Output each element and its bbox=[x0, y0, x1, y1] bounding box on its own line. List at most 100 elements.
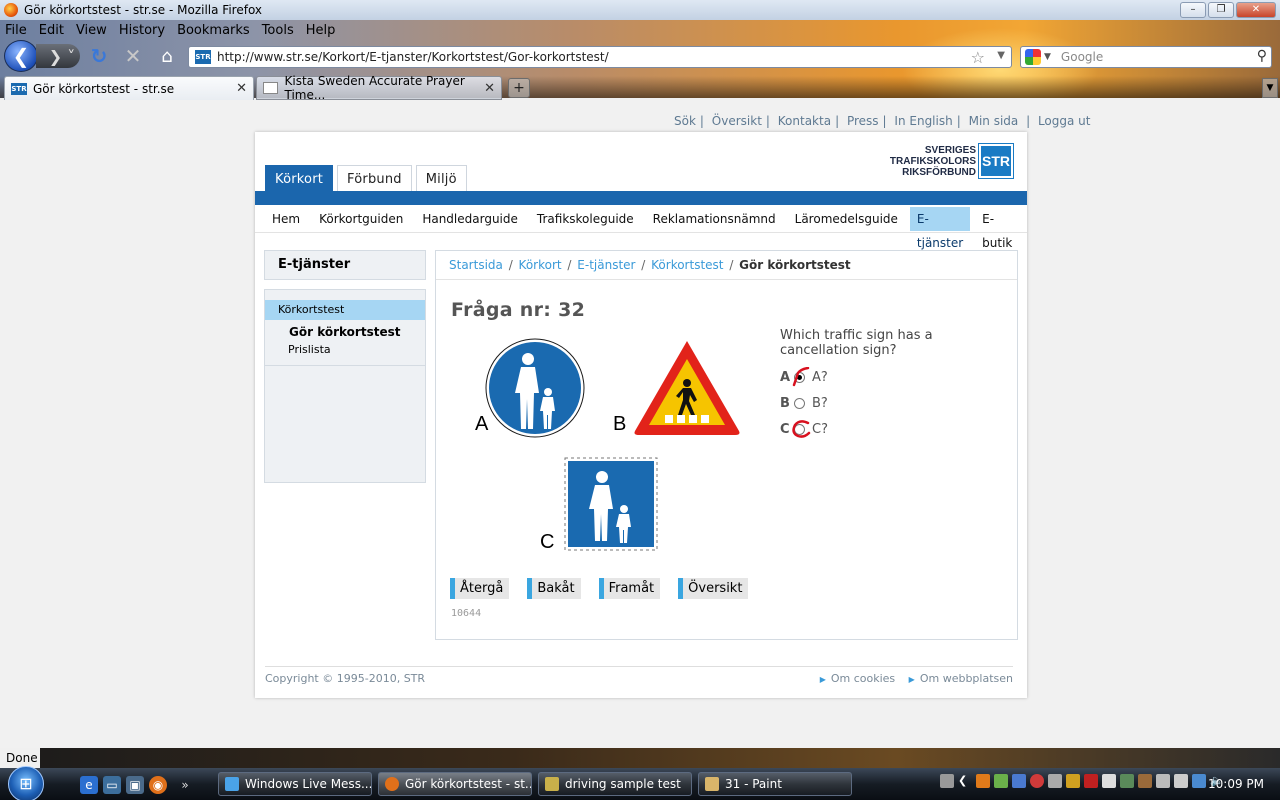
taskbar-item-firefox[interactable]: Gör körkortstest - st... bbox=[378, 772, 532, 796]
close-tab-icon[interactable]: ✕ bbox=[236, 81, 247, 96]
show-desktop-icon[interactable]: ▭ bbox=[103, 776, 121, 794]
tab-list-button[interactable]: ▼ bbox=[1262, 78, 1278, 98]
breadcrumb-korkort[interactable]: Körkort bbox=[519, 258, 562, 272]
tab-korkort[interactable]: Körkort bbox=[265, 165, 334, 191]
answer-option-b[interactable]: B B? bbox=[780, 396, 828, 411]
search-engine-dropdown-icon[interactable]: ▼ bbox=[1044, 52, 1051, 62]
tray-app-icon[interactable] bbox=[1102, 774, 1116, 788]
back-button[interactable]: ❮ bbox=[4, 40, 38, 72]
sign-label-a: A bbox=[475, 413, 489, 435]
minimize-button[interactable]: – bbox=[1180, 2, 1206, 18]
subnav-e-tjanster[interactable]: E-tjänster bbox=[909, 206, 971, 250]
tray-app-icon[interactable] bbox=[1138, 774, 1152, 788]
breadcrumb-startsida[interactable]: Startsida bbox=[449, 258, 503, 272]
str-logo[interactable]: SVERIGES TRAFIKSKOLORS RIKSFÖRBUND STR bbox=[890, 143, 1014, 179]
bookmark-star-icon[interactable]: ☆ bbox=[971, 48, 985, 67]
internet-explorer-icon[interactable]: e bbox=[80, 776, 98, 794]
breadcrumb-korkortstest[interactable]: Körkortstest bbox=[651, 258, 723, 272]
subnav-reklamationsnamnd[interactable]: Reklamationsnämnd bbox=[646, 207, 783, 231]
home-button[interactable]: ⌂ bbox=[156, 44, 178, 68]
url-text: http://www.str.se/Korkort/E-tjanster/Kor… bbox=[217, 50, 609, 64]
link-press[interactable]: Press bbox=[847, 114, 879, 128]
taskbar-item-paint[interactable]: 31 - Paint bbox=[698, 772, 852, 796]
stop-button[interactable]: ✕ bbox=[122, 44, 144, 68]
url-dropdown-icon[interactable]: ▼ bbox=[997, 50, 1005, 61]
security-icon[interactable] bbox=[1030, 774, 1044, 788]
google-icon[interactable] bbox=[1025, 49, 1041, 65]
page-footer: Copyright © 1995-2010, STR ▶ Om cookies ▶… bbox=[265, 666, 1013, 685]
menu-file[interactable]: File bbox=[0, 23, 32, 38]
menu-bookmarks[interactable]: Bookmarks bbox=[172, 23, 255, 38]
tab-active[interactable]: STR Gör körkortstest - str.se ✕ bbox=[4, 76, 254, 100]
link-logga-ut[interactable]: Logga ut bbox=[1038, 114, 1091, 128]
overview-button[interactable]: Översikt bbox=[678, 578, 749, 599]
firefox-quicklaunch-icon[interactable]: ◉ bbox=[149, 776, 167, 794]
link-min-sida[interactable]: Min sida bbox=[969, 114, 1019, 128]
option-letter: A bbox=[780, 370, 791, 385]
link-sok[interactable]: Sök bbox=[674, 114, 696, 128]
reload-icon: ↻ bbox=[90, 44, 108, 68]
subnav-handledarguide[interactable]: Handledarguide bbox=[415, 207, 525, 231]
subnav-hem[interactable]: Hem bbox=[265, 207, 307, 231]
subnav-e-butik[interactable]: E-butik bbox=[975, 207, 1022, 250]
switch-windows-icon[interactable]: ▣ bbox=[126, 776, 144, 794]
network-icon[interactable] bbox=[1192, 774, 1206, 788]
reload-button[interactable]: ↻ bbox=[88, 44, 110, 68]
radio-button-b[interactable] bbox=[794, 398, 805, 409]
quicklaunch-more-icon[interactable]: » bbox=[176, 776, 194, 794]
tray-app-icon[interactable] bbox=[1156, 774, 1170, 788]
link-om-webbplatsen[interactable]: Om webbplatsen bbox=[920, 672, 1013, 685]
firefox-icon bbox=[385, 777, 399, 791]
header-band bbox=[255, 191, 1027, 205]
link-om-cookies[interactable]: Om cookies bbox=[831, 672, 895, 685]
close-tab-icon[interactable]: ✕ bbox=[484, 81, 495, 96]
search-placeholder: Google bbox=[1060, 50, 1104, 64]
subnav-laromedelsguide[interactable]: Läromedelsguide bbox=[788, 207, 905, 231]
menu-view[interactable]: View bbox=[71, 23, 112, 38]
battery-icon[interactable] bbox=[1174, 774, 1188, 788]
close-window-button[interactable]: ✕ bbox=[1236, 2, 1276, 18]
taskbar-item-messenger[interactable]: Windows Live Mess... bbox=[218, 772, 372, 796]
search-bar[interactable]: ▼ Google ⚲ bbox=[1020, 46, 1272, 68]
subnav-korkortguiden[interactable]: Körkortguiden bbox=[312, 207, 410, 231]
sidebar-item-korkortstest[interactable]: Körkortstest bbox=[265, 300, 425, 320]
tab-forbund[interactable]: Förbund bbox=[337, 165, 412, 191]
menu-edit[interactable]: Edit bbox=[34, 23, 69, 38]
tray-app-icon[interactable] bbox=[1120, 774, 1134, 788]
tab-inactive[interactable]: Kista Sweden Accurate Prayer Time... ✕ bbox=[256, 74, 502, 102]
menu-history[interactable]: History bbox=[114, 23, 170, 38]
menu-tools[interactable]: Tools bbox=[257, 23, 299, 38]
back-question-button[interactable]: Bakåt bbox=[527, 578, 581, 599]
tray-app-icon[interactable] bbox=[1048, 774, 1062, 788]
tray-app-icon[interactable] bbox=[976, 774, 990, 788]
sidebar-item-prislista[interactable]: Prislista bbox=[265, 342, 425, 358]
tray-app-icon[interactable] bbox=[1012, 774, 1026, 788]
link-in-english[interactable]: In English bbox=[894, 114, 952, 128]
search-icon[interactable]: ⚲ bbox=[1257, 48, 1267, 64]
breadcrumb-e-tjanster[interactable]: E-tjänster bbox=[577, 258, 635, 272]
keyboard-icon[interactable] bbox=[940, 774, 954, 788]
maximize-button[interactable]: ❐ bbox=[1208, 2, 1234, 18]
taskbar-item-label: Windows Live Mess... bbox=[245, 777, 372, 791]
return-button[interactable]: Återgå bbox=[450, 578, 510, 599]
subnav-trafikskoleguide[interactable]: Trafikskoleguide bbox=[530, 207, 641, 231]
site-favicon: STR bbox=[11, 82, 27, 95]
tab-miljo[interactable]: Miljö bbox=[415, 165, 467, 191]
link-oversikt[interactable]: Översikt bbox=[712, 114, 762, 128]
sidebar-item-gor-korkortstest[interactable]: Gör körkortstest bbox=[265, 324, 425, 340]
firefox-icon bbox=[4, 3, 18, 17]
next-question-button[interactable]: Framåt bbox=[598, 578, 661, 599]
clock[interactable]: 10:09 PM bbox=[1208, 768, 1264, 800]
start-button[interactable]: ⊞ bbox=[8, 766, 44, 800]
forward-button[interactable]: ❯ ˅ bbox=[36, 44, 80, 68]
tray-app-icon[interactable] bbox=[1084, 774, 1098, 788]
menu-help[interactable]: Help bbox=[301, 23, 341, 38]
url-bar[interactable]: STR http://www.str.se/Korkort/E-tjanster… bbox=[188, 46, 1012, 68]
new-tab-button[interactable]: + bbox=[508, 78, 530, 98]
tray-expand-icon[interactable]: ❮ bbox=[958, 774, 972, 788]
taskbar-item-word[interactable]: driving sample test bbox=[538, 772, 692, 796]
tray-app-icon[interactable] bbox=[1066, 774, 1080, 788]
link-kontakta[interactable]: Kontakta bbox=[778, 114, 831, 128]
option-text: C? bbox=[812, 422, 828, 437]
tray-app-icon[interactable] bbox=[994, 774, 1008, 788]
